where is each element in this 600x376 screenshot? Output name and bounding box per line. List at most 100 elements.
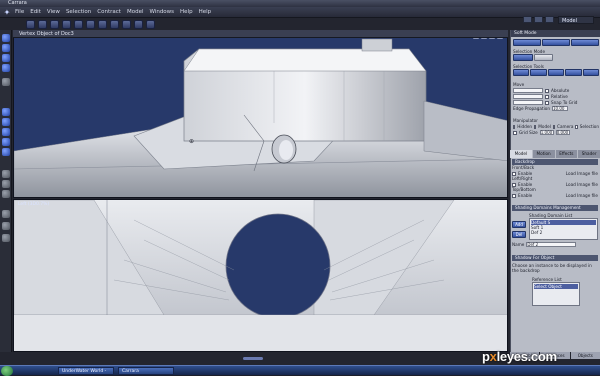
soft-size-field[interactable]: 0.000 xyxy=(555,130,570,135)
snap-checkbox[interactable] xyxy=(545,100,549,105)
sel-tool-4[interactable] xyxy=(565,69,582,76)
manip-camera-radio[interactable] xyxy=(552,124,556,129)
menu-file[interactable]: File xyxy=(15,7,24,18)
reference-list[interactable]: Select Object xyxy=(532,282,580,306)
menu-windows[interactable]: Windows xyxy=(149,7,174,18)
sel-tool-1[interactable] xyxy=(513,69,530,76)
delete-domain-button[interactable]: Del xyxy=(512,231,526,238)
move-tool-icon[interactable] xyxy=(38,20,47,29)
list-item[interactable]: Def 2 xyxy=(531,230,596,235)
watermark-part: p xyxy=(482,349,490,364)
perspective-viewport[interactable]: ⊕ Director's Camera 100% xyxy=(13,30,508,198)
minimize-button[interactable] xyxy=(523,16,532,23)
side-viewport[interactable]: Left (3D0.7%) xyxy=(13,199,508,352)
manip-selection-radio[interactable] xyxy=(575,124,578,129)
carrara-window: Carrara ✦ File Edit View Selection Contr… xyxy=(0,0,600,376)
light-tool-icon[interactable] xyxy=(110,20,119,29)
maximize-button[interactable] xyxy=(534,16,543,23)
loop-select-icon[interactable] xyxy=(2,64,10,72)
move-x-field[interactable] xyxy=(513,88,543,93)
shadow-section: Shadow For Object Choose an instance to … xyxy=(512,255,598,306)
top-enable-checkbox[interactable] xyxy=(512,193,516,198)
menu-view[interactable]: View xyxy=(47,7,60,18)
tab-shader[interactable]: Shader xyxy=(578,150,600,158)
select-icon[interactable] xyxy=(2,34,10,42)
mode-vertex-button[interactable] xyxy=(513,39,541,46)
render-tool-icon[interactable] xyxy=(146,20,155,29)
close-button[interactable] xyxy=(545,16,554,23)
sel-mode-a-button[interactable] xyxy=(513,54,533,61)
manip-hidden-radio[interactable] xyxy=(513,124,516,129)
manip-model-radio[interactable] xyxy=(534,124,537,129)
menu-selection[interactable]: Selection xyxy=(66,7,91,18)
weld-icon[interactable] xyxy=(2,148,10,156)
zoom-icon[interactable] xyxy=(2,190,10,198)
move-z-field[interactable] xyxy=(513,100,543,105)
menu-edit[interactable]: Edit xyxy=(30,7,41,18)
eye-icon[interactable] xyxy=(2,170,10,178)
hand-icon[interactable] xyxy=(2,180,10,188)
tool-mode-buttons xyxy=(513,39,599,46)
taskbar-item[interactable]: Carrara xyxy=(118,367,174,375)
add-domain-button[interactable]: Add xyxy=(512,221,526,228)
sphere-tool-icon[interactable] xyxy=(122,20,131,29)
front-load-image[interactable]: Load Image file xyxy=(566,171,598,176)
left-load-image[interactable]: Load Image file xyxy=(566,182,598,187)
edge-prop-field[interactable]: 10.00 xyxy=(551,106,568,111)
menu-bar: ✦ File Edit View Selection Contract Mode… xyxy=(0,7,600,24)
top-bottom-label: Top/Bottom xyxy=(512,187,536,192)
front-enable-checkbox[interactable] xyxy=(512,171,516,176)
manip-model-label: Model xyxy=(538,124,551,129)
camera-tool-icon[interactable] xyxy=(98,20,107,29)
tab-model[interactable]: Model xyxy=(510,150,532,158)
top-load-image[interactable]: Load Image file xyxy=(566,193,598,198)
document-tab[interactable]: Vertex Object of Doc3 xyxy=(13,30,508,38)
brush-icon[interactable] xyxy=(2,234,10,242)
sel-mode-b-button[interactable] xyxy=(533,54,553,61)
shading-domain-list[interactable]: Default S Soft 1 Def 2 xyxy=(529,218,598,240)
taskbar-item[interactable]: UnderWater World - xyxy=(58,367,114,375)
cube-tool-icon[interactable] xyxy=(134,20,143,29)
tab-objects[interactable]: Objects xyxy=(570,352,600,359)
extrude-icon[interactable] xyxy=(2,108,10,116)
subdivide-icon[interactable] xyxy=(2,138,10,146)
menu-help[interactable]: Help xyxy=(180,7,193,18)
room-selector[interactable]: Model xyxy=(558,16,594,24)
knife-icon[interactable] xyxy=(2,222,10,230)
pan-tool-icon[interactable] xyxy=(86,20,95,29)
left-enable-checkbox[interactable] xyxy=(512,182,516,187)
tab-motion[interactable]: Motion xyxy=(532,150,555,158)
pen-icon[interactable] xyxy=(2,210,10,218)
menu-model[interactable]: Model xyxy=(127,7,144,18)
mode-face-button[interactable] xyxy=(571,39,599,46)
shadow-header[interactable]: Shadow For Object xyxy=(512,255,598,261)
domain-name-field[interactable]: Def 2 xyxy=(526,242,577,247)
menu-contract[interactable]: Contract xyxy=(97,7,121,18)
shadow-help-text: Choose an instance to be displayed in th… xyxy=(512,263,592,273)
lasso-icon[interactable] xyxy=(2,44,10,52)
absolute-radio[interactable] xyxy=(545,88,549,93)
smooth-icon[interactable] xyxy=(2,128,10,136)
bevel-icon[interactable] xyxy=(2,118,10,126)
menu-items: File Edit View Selection Contract Model … xyxy=(15,7,211,18)
list-item[interactable]: Select Object xyxy=(534,284,578,289)
menu-help-2[interactable]: Help xyxy=(199,7,212,18)
sel-tool-3[interactable] xyxy=(547,69,565,76)
rotate-tool-icon[interactable] xyxy=(50,20,59,29)
scale-tool-icon[interactable] xyxy=(62,20,71,29)
sel-tool-2[interactable] xyxy=(530,69,547,76)
tab-effects[interactable]: Effects xyxy=(555,150,578,158)
viewport-scrollbar[interactable] xyxy=(243,357,263,360)
arrow-tool-icon[interactable] xyxy=(26,20,35,29)
move-y-field[interactable] xyxy=(513,94,543,99)
grid-size-checkbox[interactable] xyxy=(513,130,517,135)
mode-edge-button[interactable] xyxy=(542,39,570,46)
shading-header[interactable]: Shading Domains Management xyxy=(512,205,598,211)
grid-size-field[interactable]: 1.000 xyxy=(539,130,554,135)
sel-tool-5[interactable] xyxy=(582,69,600,76)
relative-radio[interactable] xyxy=(545,94,549,99)
toolbar xyxy=(26,19,506,30)
zoom-tool-icon[interactable] xyxy=(74,20,83,29)
paint-select-icon[interactable] xyxy=(2,54,10,62)
grab-icon[interactable] xyxy=(2,78,10,86)
